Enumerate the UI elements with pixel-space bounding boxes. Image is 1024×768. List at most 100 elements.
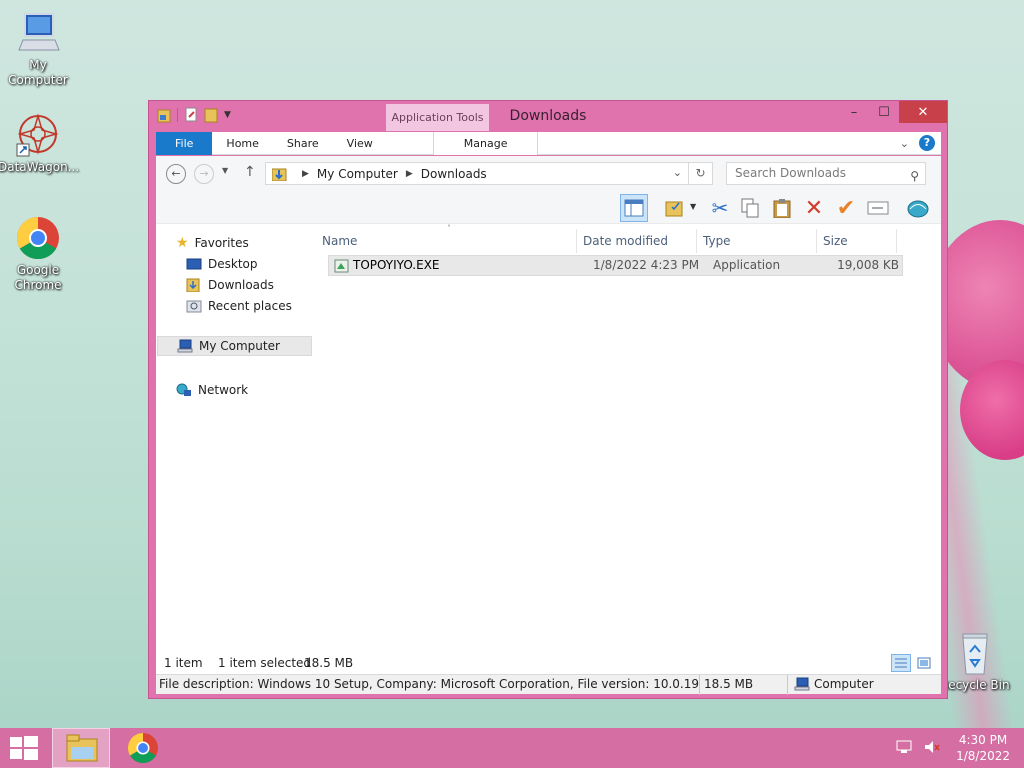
nav-recent-places-label: Recent places	[208, 299, 292, 313]
chrome-icon	[127, 733, 158, 764]
column-header-size[interactable]: Size	[823, 229, 848, 253]
nav-desktop-label: Desktop	[208, 257, 258, 271]
desktop-icon-datawagon[interactable]: DataWagon...	[0, 112, 79, 175]
tab-view[interactable]: View	[333, 132, 387, 155]
copy-icon[interactable]	[736, 194, 764, 222]
window-controls: – ☐ ✕	[839, 101, 947, 123]
downloads-folder-icon	[271, 167, 288, 181]
nav-downloads-label: Downloads	[208, 278, 274, 292]
recent-locations-icon[interactable]: ▼	[222, 166, 228, 175]
computer-icon	[177, 339, 193, 353]
tab-file[interactable]: File	[156, 131, 213, 155]
address-bar[interactable]: ▶ My Computer ▶ Downloads ⌄	[265, 162, 689, 185]
forward-button[interactable]: →	[194, 164, 214, 184]
search-input[interactable]: Search Downloads ⚲	[726, 162, 926, 185]
nav-my-computer[interactable]: My Computer	[157, 336, 312, 356]
ribbon-tabs: File Home Share View Manage ⌄ ?	[156, 131, 941, 155]
minimize-button[interactable]: –	[839, 101, 869, 123]
status-bar: 1 item 1 item selected 18.5 MB	[156, 654, 941, 674]
details-size: 18.5 MB	[704, 677, 754, 691]
organize-dropdown-icon[interactable]: ▼	[690, 202, 696, 211]
up-button[interactable]: ↑	[244, 164, 256, 180]
nav-favorites-label: Favorites	[194, 236, 249, 250]
details-view-button[interactable]	[891, 654, 911, 672]
details-bar: File description: Windows 10 Setup, Comp…	[156, 674, 941, 695]
network-globe-icon[interactable]	[904, 194, 932, 222]
file-type: Application	[713, 258, 781, 272]
breadcrumb-downloads[interactable]: Downloads	[421, 167, 487, 181]
file-name: TOPOYIYO.EXE	[353, 258, 440, 272]
star-icon: ★	[176, 235, 189, 251]
network-status-icon[interactable]	[896, 740, 912, 757]
back-button[interactable]: ←	[166, 164, 186, 184]
maximize-button[interactable]: ☐	[869, 101, 899, 123]
command-toolbar: ▼ ✂ ✕ ✔	[156, 192, 941, 224]
search-icon[interactable]: ⚲	[910, 166, 919, 187]
nav-desktop[interactable]: Desktop	[186, 254, 258, 274]
delete-icon[interactable]: ✕	[800, 194, 828, 222]
clock[interactable]: 4:30 PM 1/8/2022	[956, 732, 1010, 764]
nav-downloads[interactable]: Downloads	[186, 275, 274, 295]
title-bar[interactable]: ▼ Application Tools Downloads – ☐ ✕	[149, 101, 947, 131]
details-divider	[699, 675, 700, 695]
column-header-type[interactable]: Type	[703, 229, 731, 253]
selection-size: 18.5 MB	[304, 656, 354, 670]
file-list: ˄ Name Date modified Type Size TOPOYIYO.…	[316, 224, 941, 654]
expand-ribbon-icon[interactable]: ⌄	[900, 137, 909, 150]
breadcrumb-my-computer[interactable]: My Computer	[317, 167, 398, 181]
recycle-bin-icon	[955, 630, 995, 676]
chrome-icon	[15, 215, 61, 261]
taskbar-file-explorer[interactable]	[52, 728, 110, 768]
refresh-button[interactable]: ↻	[689, 162, 713, 185]
column-divider	[576, 229, 577, 253]
details-divider	[787, 675, 788, 695]
clock-date: 1/8/2022	[956, 749, 1010, 763]
file-description: File description: Windows 10 Setup, Comp…	[159, 677, 699, 691]
rename-icon[interactable]	[864, 194, 892, 222]
tab-manage[interactable]: Manage	[432, 131, 539, 155]
computer-icon	[794, 677, 810, 694]
details-location: Computer	[814, 677, 874, 691]
item-count: 1 item	[164, 656, 203, 670]
explorer-content: ← → ▼ ↑ ▶ My Computer ▶ Downloads ⌄ ↻ Se…	[156, 156, 941, 695]
nav-network-label: Network	[198, 383, 249, 397]
desktop-icon-my-computer[interactable]: My Computer	[0, 10, 78, 88]
taskbar-chrome[interactable]	[114, 728, 172, 768]
checkmark-icon[interactable]: ✔	[832, 194, 860, 222]
nav-recent-places[interactable]: Recent places	[186, 296, 292, 316]
column-header-date[interactable]: Date modified	[583, 229, 668, 253]
close-button[interactable]: ✕	[899, 101, 947, 123]
nav-network[interactable]: Network	[176, 380, 248, 400]
large-icons-view-button[interactable]	[914, 654, 934, 672]
help-icon[interactable]: ?	[919, 135, 935, 151]
paste-icon[interactable]	[768, 194, 796, 222]
recent-places-icon	[186, 299, 202, 313]
file-explorer-icon	[66, 734, 98, 762]
downloads-icon	[186, 278, 202, 293]
clock-time: 4:30 PM	[958, 733, 1008, 747]
cut-icon[interactable]: ✂	[706, 194, 734, 222]
desktop-icon	[186, 257, 202, 271]
table-row[interactable]: TOPOYIYO.EXE 1/8/2022 4:23 PM Applicatio…	[328, 255, 903, 276]
preview-pane-button[interactable]	[620, 194, 648, 222]
address-row: ← → ▼ ↑ ▶ My Computer ▶ Downloads ⌄ ↻ Se…	[156, 156, 941, 192]
desktop-icon-chrome[interactable]: Google Chrome	[0, 215, 78, 293]
system-tray	[896, 740, 940, 757]
column-header-name[interactable]: Name	[322, 229, 357, 253]
search-placeholder: Search Downloads	[735, 166, 846, 180]
volume-muted-icon[interactable]	[924, 740, 940, 757]
address-dropdown-icon[interactable]: ⌄	[673, 166, 682, 179]
column-divider	[896, 229, 897, 253]
nav-favorites[interactable]: ★ Favorites	[176, 233, 249, 253]
navigation-pane: ★ Favorites Desktop Downloads Recent pla…	[156, 224, 316, 654]
nav-my-computer-label: My Computer	[199, 339, 280, 353]
column-divider	[816, 229, 817, 253]
selection-count: 1 item selected	[218, 656, 312, 670]
application-icon	[334, 258, 349, 276]
tab-home[interactable]: Home	[212, 132, 272, 155]
window-title: Downloads	[509, 108, 587, 124]
tab-share[interactable]: Share	[273, 132, 333, 155]
organize-folder-icon[interactable]	[660, 194, 688, 222]
start-button[interactable]	[10, 736, 38, 760]
taskbar: 4:30 PM 1/8/2022	[0, 728, 1024, 768]
